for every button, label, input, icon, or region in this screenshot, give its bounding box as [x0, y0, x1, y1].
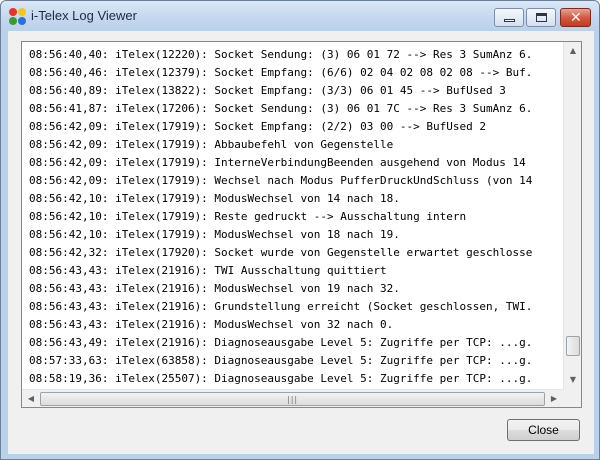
log-line: 08:56:43,43: iTelex(21916): ModusWechsel… — [29, 282, 400, 295]
window-title: i-Telex Log Viewer — [31, 8, 137, 23]
log-listbox[interactable]: 08:56:40,40: iTelex(12220): Socket Sendu… — [21, 41, 582, 408]
scrollbar-corner — [563, 389, 581, 407]
log-line: 08:56:42,10: iTelex(17919): Reste gedruc… — [29, 210, 467, 223]
log-line: 08:56:42,10: iTelex(17919): ModusWechsel… — [29, 192, 400, 205]
log-line: 08:56:40,89: iTelex(13822): Socket Empfa… — [29, 84, 506, 97]
log-lines: 08:56:40,40: iTelex(12220): Socket Sendu… — [22, 42, 563, 389]
log-line: 08:56:43,43: iTelex(21916): Grundstellun… — [29, 300, 533, 313]
log-line: 08:56:40,40: iTelex(12220): Socket Sendu… — [29, 48, 533, 61]
maximize-button[interactable] — [526, 8, 556, 27]
horizontal-scrollbar[interactable]: ◀ ||| ▶ — [22, 389, 563, 407]
log-line: 08:56:42,32: iTelex(17920): Socket wurde… — [29, 246, 533, 259]
log-viewer-window: i-Telex Log Viewer ✕ 08:56:40,40: iTelex… — [0, 0, 600, 460]
client-area: 08:56:40,40: iTelex(12220): Socket Sendu… — [8, 31, 594, 454]
close-window-button[interactable]: ✕ — [560, 8, 591, 27]
close-button[interactable]: Close — [507, 419, 580, 441]
scroll-left-icon[interactable]: ◀ — [23, 391, 39, 407]
log-line: 08:56:43,49: iTelex(21916): Diagnoseausg… — [29, 336, 533, 349]
log-line: 08:56:42,09: iTelex(17919): Wechsel nach… — [29, 174, 533, 187]
close-icon: ✕ — [570, 10, 582, 26]
log-line: 08:58:19,36: iTelex(25507): Diagnoseausg… — [29, 372, 533, 385]
scroll-up-icon[interactable]: ▲ — [565, 43, 581, 59]
title-bar[interactable]: i-Telex Log Viewer ✕ — [1, 1, 599, 31]
log-line: 08:56:41,87: iTelex(17206): Socket Sendu… — [29, 102, 533, 115]
log-line: 08:56:43,43: iTelex(21916): TWI Ausschal… — [29, 264, 387, 277]
horizontal-scroll-thumb[interactable]: ||| — [40, 392, 545, 406]
scroll-down-icon[interactable]: ▼ — [565, 372, 581, 388]
log-line: 08:56:42,09: iTelex(17919): InterneVerbi… — [29, 156, 526, 169]
app-icon — [9, 8, 27, 26]
log-line: 08:56:43,43: iTelex(21916): ModusWechsel… — [29, 318, 394, 331]
vertical-scrollbar[interactable]: ▲ ▼ — [563, 42, 581, 389]
minimize-button[interactable] — [494, 8, 524, 27]
grip-icon: ||| — [287, 395, 299, 404]
maximize-icon — [536, 13, 547, 22]
log-line: 08:56:42,10: iTelex(17919): ModusWechsel… — [29, 228, 400, 241]
scroll-right-icon[interactable]: ▶ — [546, 391, 562, 407]
log-line: 08:56:42,09: iTelex(17919): Socket Empfa… — [29, 120, 486, 133]
log-line: 08:57:33,63: iTelex(63858): Diagnoseausg… — [29, 354, 533, 367]
minimize-icon — [504, 19, 515, 22]
log-line: 08:56:42,09: iTelex(17919): Abbaubefehl … — [29, 138, 394, 151]
vertical-scroll-thumb[interactable] — [566, 336, 580, 356]
log-line: 08:56:40,46: iTelex(12379): Socket Empfa… — [29, 66, 533, 79]
